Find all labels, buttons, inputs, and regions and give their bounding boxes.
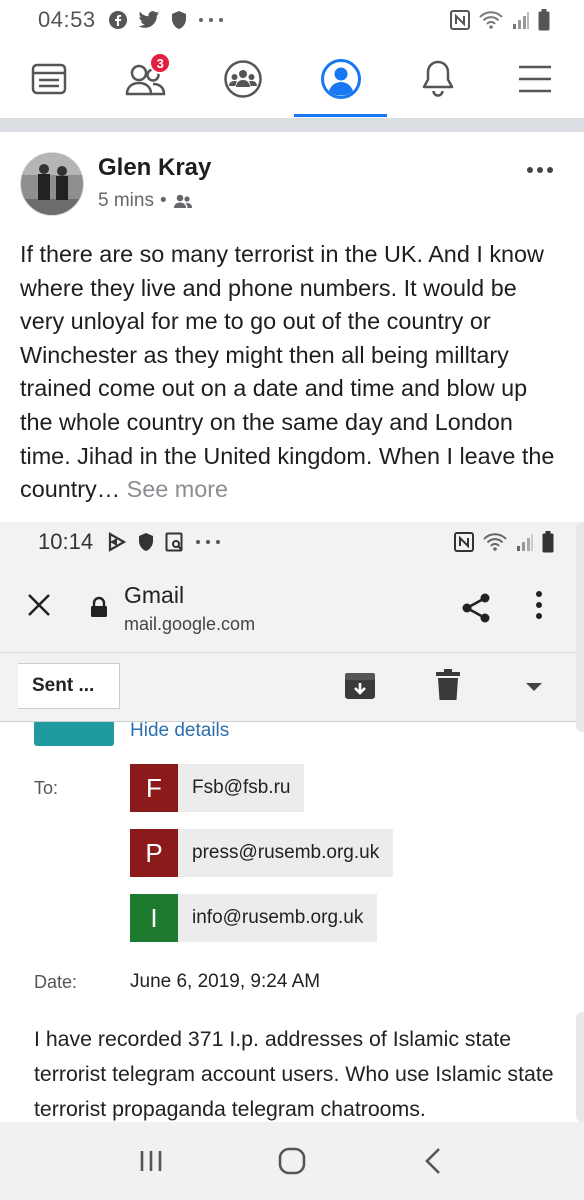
browser-title: Gmail xyxy=(124,582,185,608)
status-time: 04:53 xyxy=(38,7,96,32)
tab-profile[interactable] xyxy=(292,40,389,118)
nfc-icon xyxy=(454,532,474,552)
post: Glen Kray 5 mins • If there are so many … xyxy=(0,132,584,522)
wifi-icon xyxy=(478,10,504,30)
tab-groups[interactable] xyxy=(195,40,292,118)
recipient-address: info@rusemb.org.uk xyxy=(192,907,364,928)
embedded-screenshot[interactable]: 10:14 Gmail mail.google.com Sent ... Hid… xyxy=(0,522,584,1122)
shield-icon xyxy=(137,532,155,552)
post-body: If there are so many terrorist in the UK… xyxy=(20,241,555,503)
trash-icon[interactable] xyxy=(436,669,460,701)
twitter-icon xyxy=(138,10,160,30)
hide-details-link[interactable]: Hide details xyxy=(130,720,229,742)
overflow-menu-icon[interactable] xyxy=(535,590,543,620)
recipient-chip[interactable]: F Fsb@fsb.ru xyxy=(130,764,305,812)
nfc-icon xyxy=(450,10,470,30)
to-label: To: xyxy=(34,778,59,798)
recipient-avatar: P xyxy=(130,829,178,877)
post-author[interactable]: Glen Kray xyxy=(98,154,211,182)
post-time[interactable]: 5 mins xyxy=(98,190,154,212)
share-icon[interactable] xyxy=(460,592,492,624)
see-more-link[interactable]: See more xyxy=(127,476,228,502)
date-value: June 6, 2019, 9:24 AM xyxy=(130,971,321,992)
browser-url[interactable]: mail.google.com xyxy=(124,614,255,635)
scroll-edge-bottom xyxy=(576,1012,584,1122)
recipient-chip[interactable]: P press@rusemb.org.uk xyxy=(130,829,394,877)
post-options-button[interactable] xyxy=(526,160,554,174)
facebook-nav-bar: 3 xyxy=(0,40,584,118)
post-text: If there are so many terrorist in the UK… xyxy=(20,238,565,507)
more-dots-icon xyxy=(195,539,221,545)
shield-icon xyxy=(170,10,188,30)
more-dots-icon xyxy=(198,17,224,23)
battery-icon xyxy=(542,531,554,553)
status-bar: 04:53 xyxy=(0,0,584,40)
hamburger-icon xyxy=(517,64,553,94)
friends-badge: 3 xyxy=(149,52,172,74)
signal-icon xyxy=(516,532,534,552)
news-feed-icon xyxy=(31,63,67,95)
screenshot-icon xyxy=(165,532,185,552)
scroll-edge-top xyxy=(576,522,584,732)
back-button[interactable] xyxy=(393,1131,473,1191)
android-nav-bar xyxy=(0,1122,584,1200)
back-to-sent-button[interactable]: Sent ... xyxy=(18,663,120,709)
recipient-address: Fsb@fsb.ru xyxy=(192,777,291,798)
browser-bar: Gmail mail.google.com xyxy=(0,562,584,652)
groups-icon xyxy=(223,59,263,99)
lock-icon xyxy=(90,596,108,618)
email-body-text: I have recorded 371 I.p. addresses of Is… xyxy=(34,1027,554,1121)
recipient-address: press@rusemb.org.uk xyxy=(192,842,380,863)
embedded-status-time: 10:14 xyxy=(38,529,94,554)
tab-menu[interactable] xyxy=(486,40,583,118)
tab-notifications[interactable] xyxy=(389,40,486,118)
wifi-icon xyxy=(482,532,508,552)
tab-friends[interactable]: 3 xyxy=(97,40,194,118)
recipient-avatar: I xyxy=(130,894,178,942)
facebook-icon xyxy=(108,10,128,30)
recents-button[interactable] xyxy=(111,1131,191,1191)
gmail-toolbar: Sent ... xyxy=(0,652,584,722)
meta-dot: • xyxy=(159,190,167,211)
chevron-down-icon[interactable] xyxy=(524,681,544,693)
scroll-edge xyxy=(576,522,584,1122)
feed-separator xyxy=(0,118,584,132)
archive-icon[interactable] xyxy=(344,671,376,701)
sent-label: Sent ... xyxy=(32,675,95,696)
close-icon[interactable] xyxy=(26,592,52,618)
post-meta: 5 mins • xyxy=(98,190,193,212)
recents-icon xyxy=(138,1149,164,1173)
recipient-avatar: F xyxy=(130,764,178,812)
friends-audience-icon xyxy=(173,193,193,209)
avatar[interactable] xyxy=(20,152,84,216)
embedded-status-bar: 10:14 xyxy=(0,522,584,562)
play-icon xyxy=(107,532,127,552)
back-icon xyxy=(424,1147,442,1175)
profile-icon xyxy=(320,58,362,100)
bell-icon xyxy=(420,59,456,99)
date-label: Date: xyxy=(34,972,78,992)
email-body: Hide details To: F Fsb@fsb.ru P press@ru… xyxy=(0,720,584,1122)
tab-news-feed[interactable] xyxy=(0,40,97,118)
home-button[interactable] xyxy=(252,1131,332,1191)
sender-bar xyxy=(34,722,114,746)
recipient-chip[interactable]: I info@rusemb.org.uk xyxy=(130,894,378,942)
signal-icon xyxy=(512,10,530,30)
home-icon xyxy=(278,1147,306,1175)
battery-icon xyxy=(538,9,550,31)
